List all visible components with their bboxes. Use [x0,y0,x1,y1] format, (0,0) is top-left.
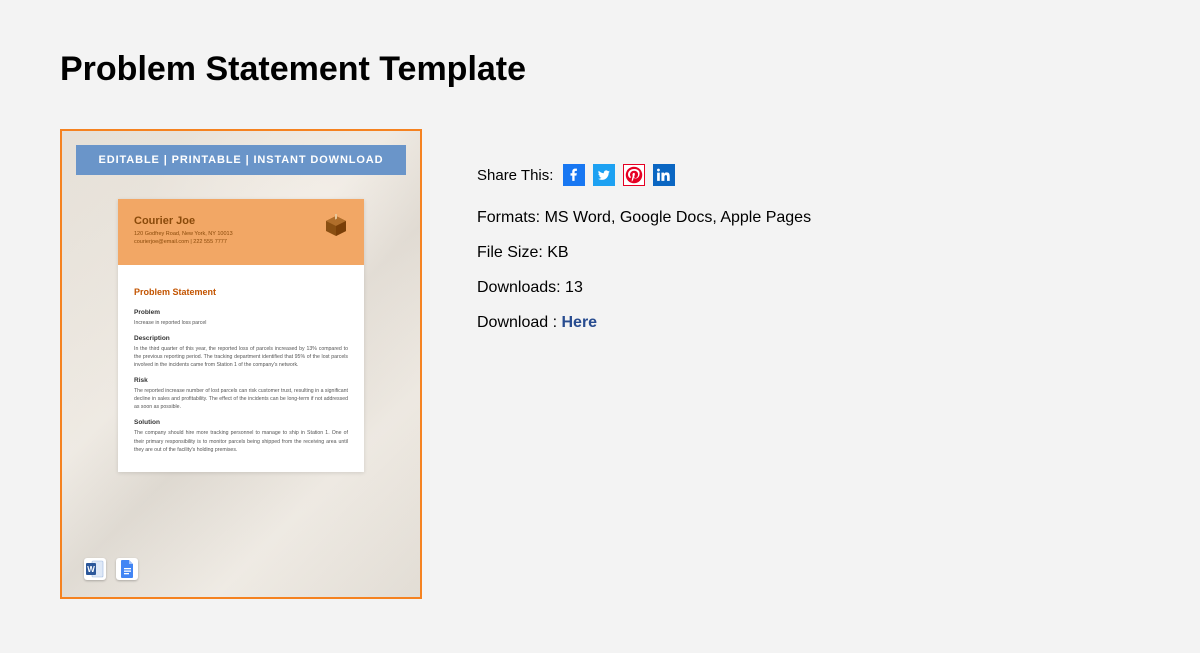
msword-icon: W [84,558,106,580]
download-label: Download : [477,314,562,331]
section-heading-risk: Risk [134,377,348,384]
format-logos: W [84,558,138,580]
formats-text: Formats: MS Word, Google Docs, Apple Pag… [477,206,811,230]
doc-body: Problem Statement Problem Increase in re… [118,265,364,472]
pinterest-icon[interactable] [623,164,645,186]
template-preview-card: EDITABLE | PRINTABLE | INSTANT DOWNLOAD … [60,129,422,599]
twitter-icon[interactable] [593,164,615,186]
brand-name: Courier Joe [134,215,348,227]
doc-header: Courier Joe 120 Godfrey Road, New York, … [118,199,364,265]
details-column: Share This: Formats: MS Word, Google Doc… [477,129,811,346]
section-text-risk: The reported increase number of lost par… [134,387,348,411]
svg-text:W: W [87,565,95,574]
brand-contact: courierjoe@email.com | 222 555 7777 [134,239,348,245]
facebook-icon[interactable] [563,164,585,186]
section-heading-problem: Problem [134,309,348,316]
section-text-solution: The company should hire more tracking pe… [134,429,348,453]
preview-banner: EDITABLE | PRINTABLE | INSTANT DOWNLOAD [76,145,406,175]
section-text-description: In the third quarter of this year, the r… [134,345,348,369]
download-row: Download : Here [477,311,811,335]
share-row: Share This: [477,164,811,186]
section-text-problem: Increase in reported loss parcel [134,319,348,327]
linkedin-icon[interactable] [653,164,675,186]
share-icons [563,164,675,186]
googledocs-icon [116,558,138,580]
share-label: Share This: [477,167,553,184]
content-row: EDITABLE | PRINTABLE | INSTANT DOWNLOAD … [60,129,1140,599]
section-heading-description: Description [134,335,348,342]
file-size-text: File Size: KB [477,241,811,265]
section-heading-solution: Solution [134,419,348,426]
doc-title: Problem Statement [134,287,348,297]
box-icon [324,214,348,243]
downloads-text: Downloads: 13 [477,276,811,300]
preview-document: Courier Joe 120 Godfrey Road, New York, … [118,199,364,472]
download-link[interactable]: Here [562,314,598,331]
brand-address: 120 Godfrey Road, New York, NY 10013 [134,231,348,237]
page-title: Problem Statement Template [60,50,1140,89]
